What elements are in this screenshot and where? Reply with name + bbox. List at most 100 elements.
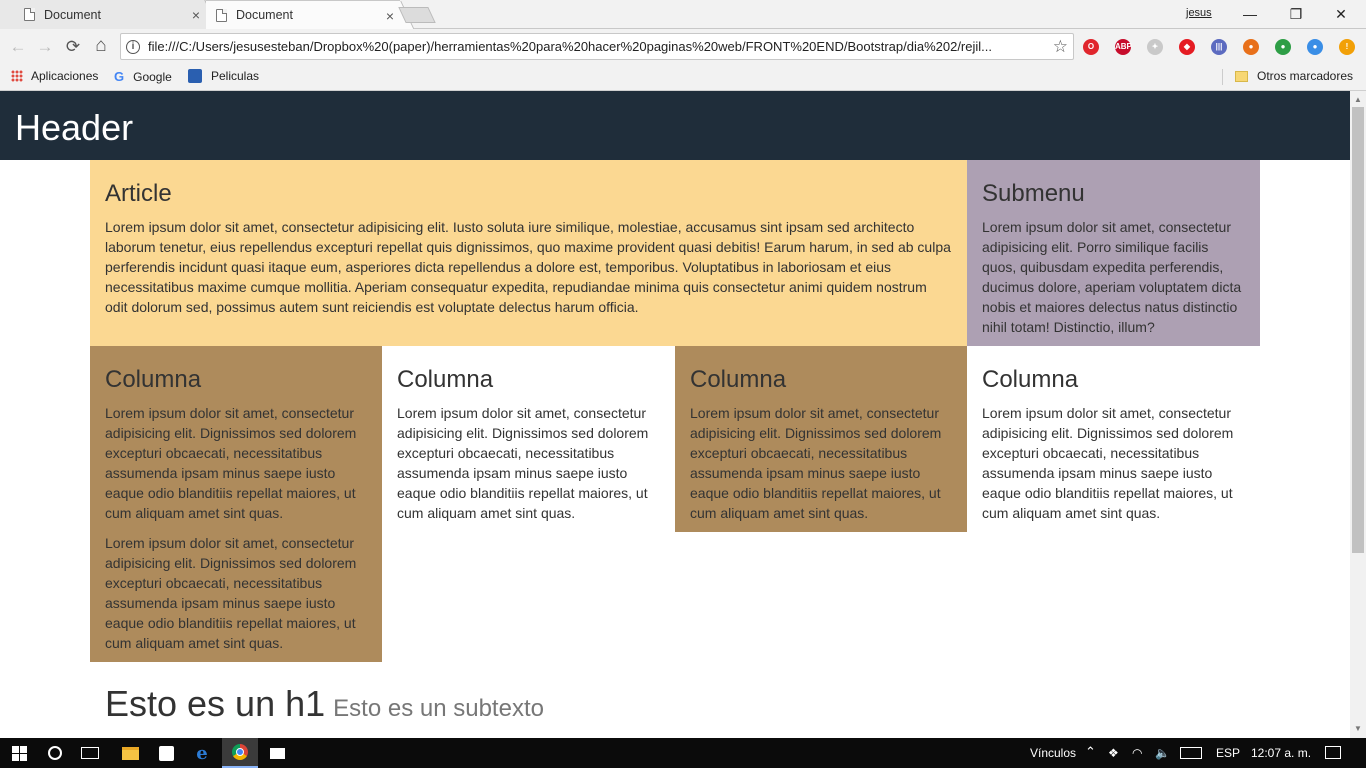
keyboard-icon[interactable] [1180,747,1202,759]
forward-button[interactable]: → [35,37,55,57]
apps-icon [11,70,23,82]
bookmark-label: Google [133,69,172,84]
scroll-thumb[interactable] [1352,107,1364,553]
page-viewport: Header Article Lorem ipsum dolor sit ame… [0,91,1350,738]
column-title: Columna [982,366,1079,393]
h1-text: Esto es un h1 [105,683,326,724]
profile-name[interactable]: jesus [1186,7,1212,19]
store-icon [158,745,174,761]
submenu-section: Submenu Lorem ipsum dolor sit amet, cons… [967,160,1260,346]
file-explorer-button[interactable] [112,738,148,768]
edge-button[interactable]: e [184,738,220,768]
wifi-icon[interactable]: ◠ [1132,746,1142,760]
other-bookmarks-label: Otros marcadores [1257,69,1354,83]
clock[interactable]: 12:07 a. m. [1251,746,1311,760]
globe-icon[interactable]: ● [1275,39,1291,55]
close-tab-icon[interactable]: × [192,7,200,23]
other-bookmarks[interactable]: Otros marcadores [1235,69,1353,83]
column-1: Columna Lorem ipsum dolor sit amet, cons… [90,346,382,662]
scroll-down-icon[interactable]: ▼ [1354,724,1362,733]
bookmark-label: Aplicaciones [31,69,99,83]
article-section: Article Lorem ipsum dolor sit amet, cons… [90,160,967,346]
bookmark-apps[interactable]: Aplicaciones [11,69,98,83]
restore-button[interactable]: ❐ [1273,2,1319,28]
column-text: Lorem ipsum dolor sit amet, consectetur … [105,535,357,652]
column-title: Columna [105,366,202,393]
close-window-button[interactable]: ✕ [1318,2,1364,28]
task-view-icon [81,747,99,759]
task-view-button[interactable] [72,738,108,768]
submenu-text: Lorem ipsum dolor sit amet, consectetur … [982,219,1242,336]
browser-toolbar: ← → ⟳ ⌂ i file:///C:/Users/jesusesteban/… [0,29,1366,64]
language-indicator[interactable]: ESP [1216,746,1240,760]
new-tab-button[interactable] [398,7,436,23]
article-title: Article [105,180,172,207]
folder-icon [121,746,139,760]
column-text: Lorem ipsum dolor sit amet, consectetur … [105,405,357,522]
windows-icon [11,745,27,761]
chevron-up-icon[interactable]: ⌃ [1085,744,1096,760]
bookmark-star-icon[interactable]: ☆ [1053,37,1068,57]
warning-icon[interactable]: ! [1339,39,1355,55]
puzzle-icon[interactable]: ✦ [1147,39,1163,55]
tab-strip: Document × Document × jesus — ❐ ✕ [0,0,1366,29]
bookmarks-bar: Aplicaciones G Google Peliculas Otros ma… [0,64,1366,91]
cortana-icon [48,746,62,760]
shield-icon[interactable]: ◆ [1179,39,1195,55]
minimize-button[interactable]: — [1227,2,1273,28]
column-2: Columna Lorem ipsum dolor sit amet, cons… [382,346,675,532]
volume-icon[interactable]: 🔈 [1155,746,1170,760]
mail-icon [269,747,285,759]
start-button[interactable] [0,738,38,768]
column-4: Columna Lorem ipsum dolor sit amet, cons… [967,346,1260,532]
links-toolbar[interactable]: Vínculos [1030,746,1076,760]
notifications-icon[interactable] [1325,746,1341,759]
edge-icon: e [196,742,208,764]
mail-button[interactable] [258,738,296,768]
column-title: Columna [690,366,787,393]
equalizer-icon[interactable]: ||| [1211,39,1227,55]
bookmark-peliculas[interactable]: Peliculas [188,69,259,83]
submenu-title: Submenu [982,180,1085,207]
article-text: Lorem ipsum dolor sit amet, consectetur … [105,219,951,316]
peliculas-icon [188,69,202,83]
windows-taskbar: e Vínculos ⌃ ❖ ◠ 🔈 ESP 12:07 a. m. [0,738,1366,768]
tab-document-1[interactable]: Document × [0,0,206,29]
bookmark-separator [1222,69,1223,85]
info-icon[interactable]: i [126,39,140,54]
chrome-taskbar-button[interactable] [222,738,258,768]
document-icon [216,8,227,22]
tab-title: Document [236,8,293,22]
column-text: Lorem ipsum dolor sit amet, consectetur … [690,405,942,522]
cortana-button[interactable] [38,738,72,768]
google-icon: G [114,69,125,84]
home-button[interactable]: ⌂ [91,35,111,57]
tab-title: Document [44,7,101,22]
folder-icon [1235,70,1248,82]
chrome-ext-icon[interactable]: ● [1307,39,1323,55]
back-button[interactable]: ← [8,37,28,57]
firefox-icon[interactable]: ● [1243,39,1259,55]
h1-subtext: Esto es un subtexto [333,695,544,722]
address-bar[interactable]: i file:///C:/Users/jesusesteban/Dropbox%… [120,33,1074,60]
page-header: Header [0,91,1350,160]
reload-button[interactable]: ⟳ [63,37,83,57]
adblock-icon[interactable]: ABP [1115,39,1132,55]
scroll-up-icon[interactable]: ▲ [1354,95,1362,104]
opera-icon[interactable]: O [1083,39,1099,55]
url-text[interactable]: file:///C:/Users/jesusesteban/Dropbox%20… [148,39,1048,54]
tab-document-2[interactable]: Document × [206,0,400,29]
document-icon [24,8,35,21]
store-button[interactable] [148,738,184,768]
column-text: Lorem ipsum dolor sit amet, consectetur … [397,405,649,522]
chrome-icon [232,744,248,760]
column-text: Lorem ipsum dolor sit amet, consectetur … [982,405,1234,522]
page-h1: Esto es un h1 Esto es un subtexto [105,683,544,725]
page-scrollbar[interactable]: ▲ ▼ [1350,91,1366,738]
bookmark-label: Peliculas [211,69,260,83]
dropbox-icon[interactable]: ❖ [1108,746,1119,760]
close-tab-icon[interactable]: × [386,8,394,24]
column-3: Columna Lorem ipsum dolor sit amet, cons… [675,346,967,532]
bookmark-google[interactable]: G Google [114,69,172,84]
column-title: Columna [397,366,494,393]
